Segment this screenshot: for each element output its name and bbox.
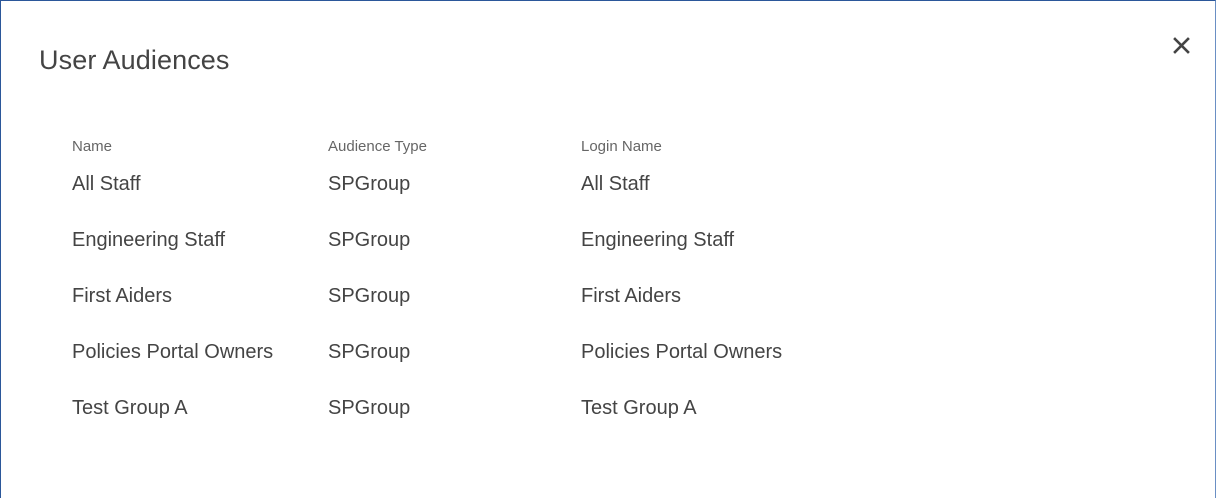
close-button[interactable]	[1171, 35, 1193, 57]
cell-name: Engineering Staff	[72, 229, 226, 251]
cell-audience-type: SPGroup	[328, 173, 411, 195]
table-row: All Staff SPGroup All Staff	[72, 168, 791, 214]
dialog-title: User Audiences	[39, 45, 230, 75]
cell-audience-type: SPGroup	[328, 285, 411, 307]
cell-login-name: All Staff	[581, 173, 650, 195]
cell-login-name: Policies Portal Owners	[581, 341, 783, 363]
user-audiences-dialog: User Audiences Name Audience Type Login …	[0, 0, 1216, 498]
table-row: Engineering Staff SPGroup Engineering St…	[72, 214, 791, 270]
column-header-login-name[interactable]: Login Name	[581, 135, 791, 168]
close-icon	[1173, 37, 1190, 54]
cell-login-name: Test Group A	[581, 397, 697, 419]
audiences-table: Name Audience Type Login Name All Staff …	[72, 135, 791, 438]
table-header-row: Name Audience Type Login Name	[72, 135, 791, 168]
cell-name: Policies Portal Owners	[72, 341, 274, 363]
column-header-audience-type[interactable]: Audience Type	[328, 135, 581, 168]
cell-name: Test Group A	[72, 397, 188, 419]
cell-name: All Staff	[72, 173, 141, 195]
table-row: First Aiders SPGroup First Aiders	[72, 270, 791, 326]
cell-login-name: Engineering Staff	[581, 229, 735, 251]
cell-audience-type: SPGroup	[328, 341, 411, 363]
cell-audience-type: SPGroup	[328, 229, 411, 251]
table-row: Test Group A SPGroup Test Group A	[72, 382, 791, 438]
cell-name: First Aiders	[72, 285, 173, 307]
column-header-name[interactable]: Name	[72, 135, 328, 168]
table-row: Policies Portal Owners SPGroup Policies …	[72, 326, 791, 382]
cell-login-name: First Aiders	[581, 285, 682, 307]
cell-audience-type: SPGroup	[328, 397, 411, 419]
